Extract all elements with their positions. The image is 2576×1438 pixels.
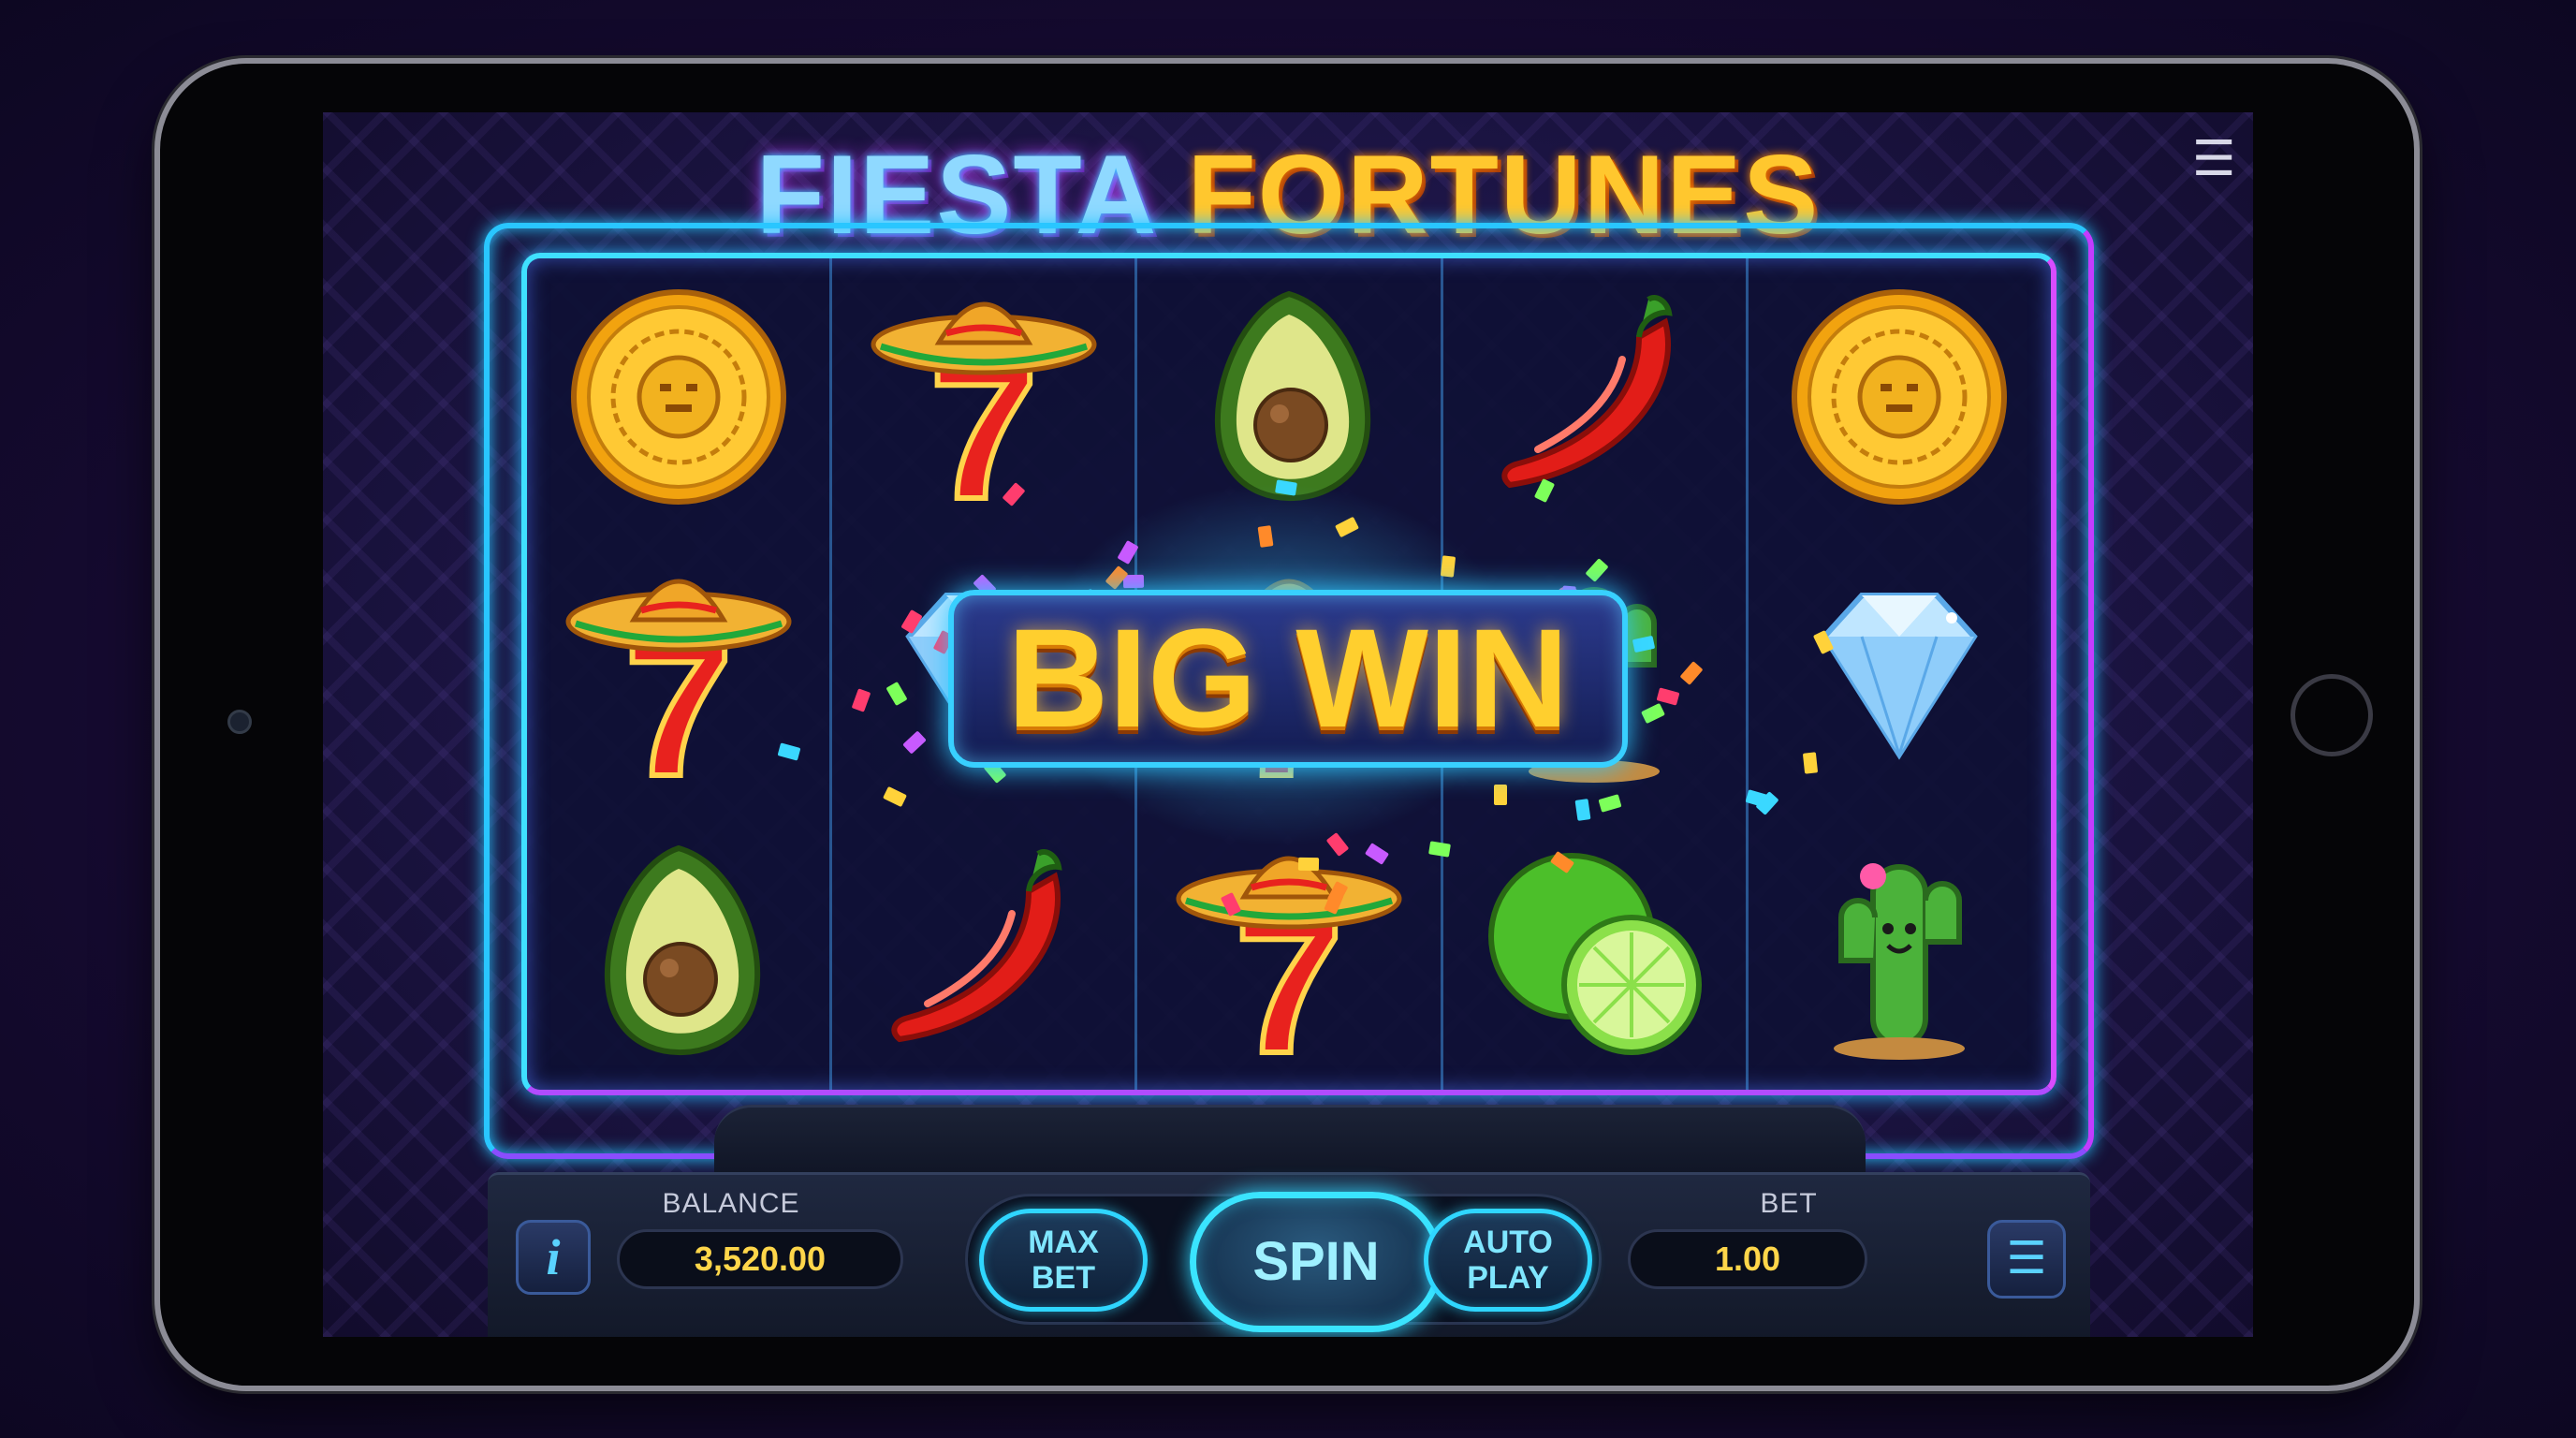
max-bet-button[interactable]: MAX BET [979,1209,1148,1312]
bet-value: 1.00 [1628,1229,1867,1289]
tablet-home-button[interactable] [2291,674,2373,756]
console-tab [714,1105,1866,1182]
auto-play-line1: AUTO [1463,1225,1553,1260]
symbol-sombrero-seven: 7 [557,552,800,820]
spin-button[interactable]: SPIN [1190,1192,1442,1332]
game-screen: FIESTA FORTUNES ☰ 7 7 7 7 [323,112,2253,1337]
symbol-lime [1472,829,1716,1073]
balance-value: 3,520.00 [617,1229,903,1289]
confetti-piece [1122,575,1145,589]
control-panel: i BALANCE 3,520.00 MAX BET SPIN AUTO PLAY … [488,1172,2090,1337]
bet-label: BET [1760,1188,1818,1219]
reel-1: 7 [527,258,833,1090]
auto-play-line2: PLAY [1467,1260,1549,1296]
symbol-cactus [1778,829,2021,1073]
confetti-piece [1803,752,1819,774]
symbol-sombrero-seven: 7 [1167,829,1411,1097]
symbol-chili-pepper [862,829,1105,1073]
top-menu-icon[interactable]: ☰ [2186,131,2242,187]
balance-label: BALANCE [662,1188,800,1219]
menu-button-hamburger-icon[interactable]: ☰ [1987,1220,2066,1299]
auto-play-button[interactable]: AUTO PLAY [1424,1209,1592,1312]
big-win-banner: BIG WIN [948,590,1628,768]
info-button[interactable]: i [516,1220,591,1295]
confetti-piece [1428,841,1452,858]
max-bet-line1: MAX [1028,1225,1099,1260]
confetti-piece [1494,784,1508,805]
symbol-aztec-coin [557,275,800,519]
confetti-piece [1297,858,1320,872]
max-bet-line2: BET [1032,1260,1095,1296]
confetti-piece [1440,555,1456,578]
tablet-camera [227,710,252,734]
reel-5 [1749,258,2051,1090]
symbol-aztec-coin [1778,275,2021,519]
symbol-avocado [557,829,800,1073]
